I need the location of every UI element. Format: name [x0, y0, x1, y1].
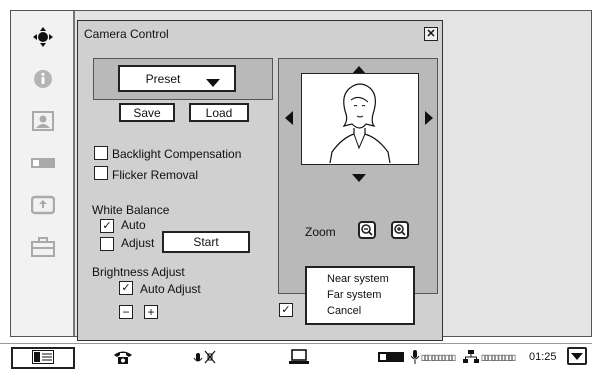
- backlight-checkbox[interactable]: [94, 146, 108, 160]
- share-icon[interactable]: [11, 185, 75, 225]
- brightness-decrease-button[interactable]: −: [119, 305, 133, 319]
- phone-icon[interactable]: [113, 347, 133, 367]
- flicker-checkbox[interactable]: [94, 166, 108, 180]
- popup-item-near-system[interactable]: Near system: [307, 271, 413, 287]
- menu-grid-icon: [32, 349, 54, 367]
- pan-left-arrow-icon[interactable]: [285, 111, 293, 128]
- portrait-image: [329, 83, 391, 164]
- wb-adjust-checkbox[interactable]: [100, 237, 114, 251]
- popup-item-cancel[interactable]: Cancel: [307, 303, 413, 319]
- camera-move-icon[interactable]: [11, 17, 75, 57]
- camera-panel: Zoom: [278, 58, 438, 294]
- camera-status-icon: [378, 347, 404, 367]
- zoom-in-icon[interactable]: [391, 221, 409, 239]
- taskbar-dropdown-button[interactable]: [567, 347, 587, 365]
- mic-status-text: ▯▯▯▯▯▯▯▯▯▯: [421, 352, 456, 362]
- start-button[interactable]: Start: [162, 231, 250, 253]
- zoom-label: Zoom: [305, 225, 336, 239]
- white-balance-heading: White Balance: [92, 203, 170, 217]
- mic-mute-icon[interactable]: [192, 347, 218, 367]
- chevron-down-icon: [571, 349, 583, 363]
- pan-down-arrow-icon[interactable]: [352, 171, 366, 185]
- taskbar: ▯▯▯▯▯▯▯▯▯▯ ▯▯▯▯▯▯▯▯▯▯ 01:25: [0, 343, 592, 370]
- preset-selected: Preset: [145, 71, 181, 86]
- load-button[interactable]: Load: [189, 103, 249, 122]
- brightness-heading: Brightness Adjust: [92, 265, 185, 279]
- contact-icon[interactable]: [11, 101, 75, 141]
- preset-panel: Preset: [93, 58, 273, 100]
- save-button[interactable]: Save: [119, 103, 175, 122]
- menu-button[interactable]: [11, 347, 75, 369]
- clock-time: 01:25: [529, 351, 557, 363]
- preset-dropdown[interactable]: Preset: [118, 65, 236, 92]
- mic-status-icon: [410, 347, 420, 367]
- close-button[interactable]: ✕: [424, 27, 438, 41]
- info-icon[interactable]: [11, 59, 75, 99]
- zoom-out-icon[interactable]: [358, 221, 376, 239]
- popup-item-far-system[interactable]: Far system: [307, 287, 413, 303]
- wb-adjust-label: Adjust: [121, 236, 155, 250]
- wb-auto-checkbox[interactable]: ✓: [100, 219, 114, 233]
- dropdown-arrow-icon: [206, 76, 220, 90]
- network-status-text: ▯▯▯▯▯▯▯▯▯▯: [481, 352, 516, 362]
- bottom-checkbox[interactable]: ✓: [279, 303, 293, 317]
- device-icon[interactable]: [11, 143, 75, 183]
- auto-adjust-label: Auto Adjust: [140, 282, 201, 296]
- system-select-popup: Near system Far system Cancel: [305, 266, 415, 325]
- dialog-title: Camera Control: [84, 27, 169, 41]
- sidebar: [11, 11, 75, 336]
- flicker-label: Flicker Removal: [112, 168, 199, 182]
- backlight-label: Backlight Compensation: [112, 147, 242, 161]
- laptop-icon[interactable]: [288, 347, 310, 367]
- pan-right-arrow-icon[interactable]: [425, 111, 433, 128]
- toolbox-icon[interactable]: [11, 227, 75, 267]
- camera-preview: [301, 73, 419, 165]
- wb-auto-label: Auto: [121, 218, 146, 232]
- auto-adjust-checkbox[interactable]: ✓: [119, 281, 133, 295]
- brightness-increase-button[interactable]: +: [144, 305, 158, 319]
- network-icon: [463, 347, 479, 367]
